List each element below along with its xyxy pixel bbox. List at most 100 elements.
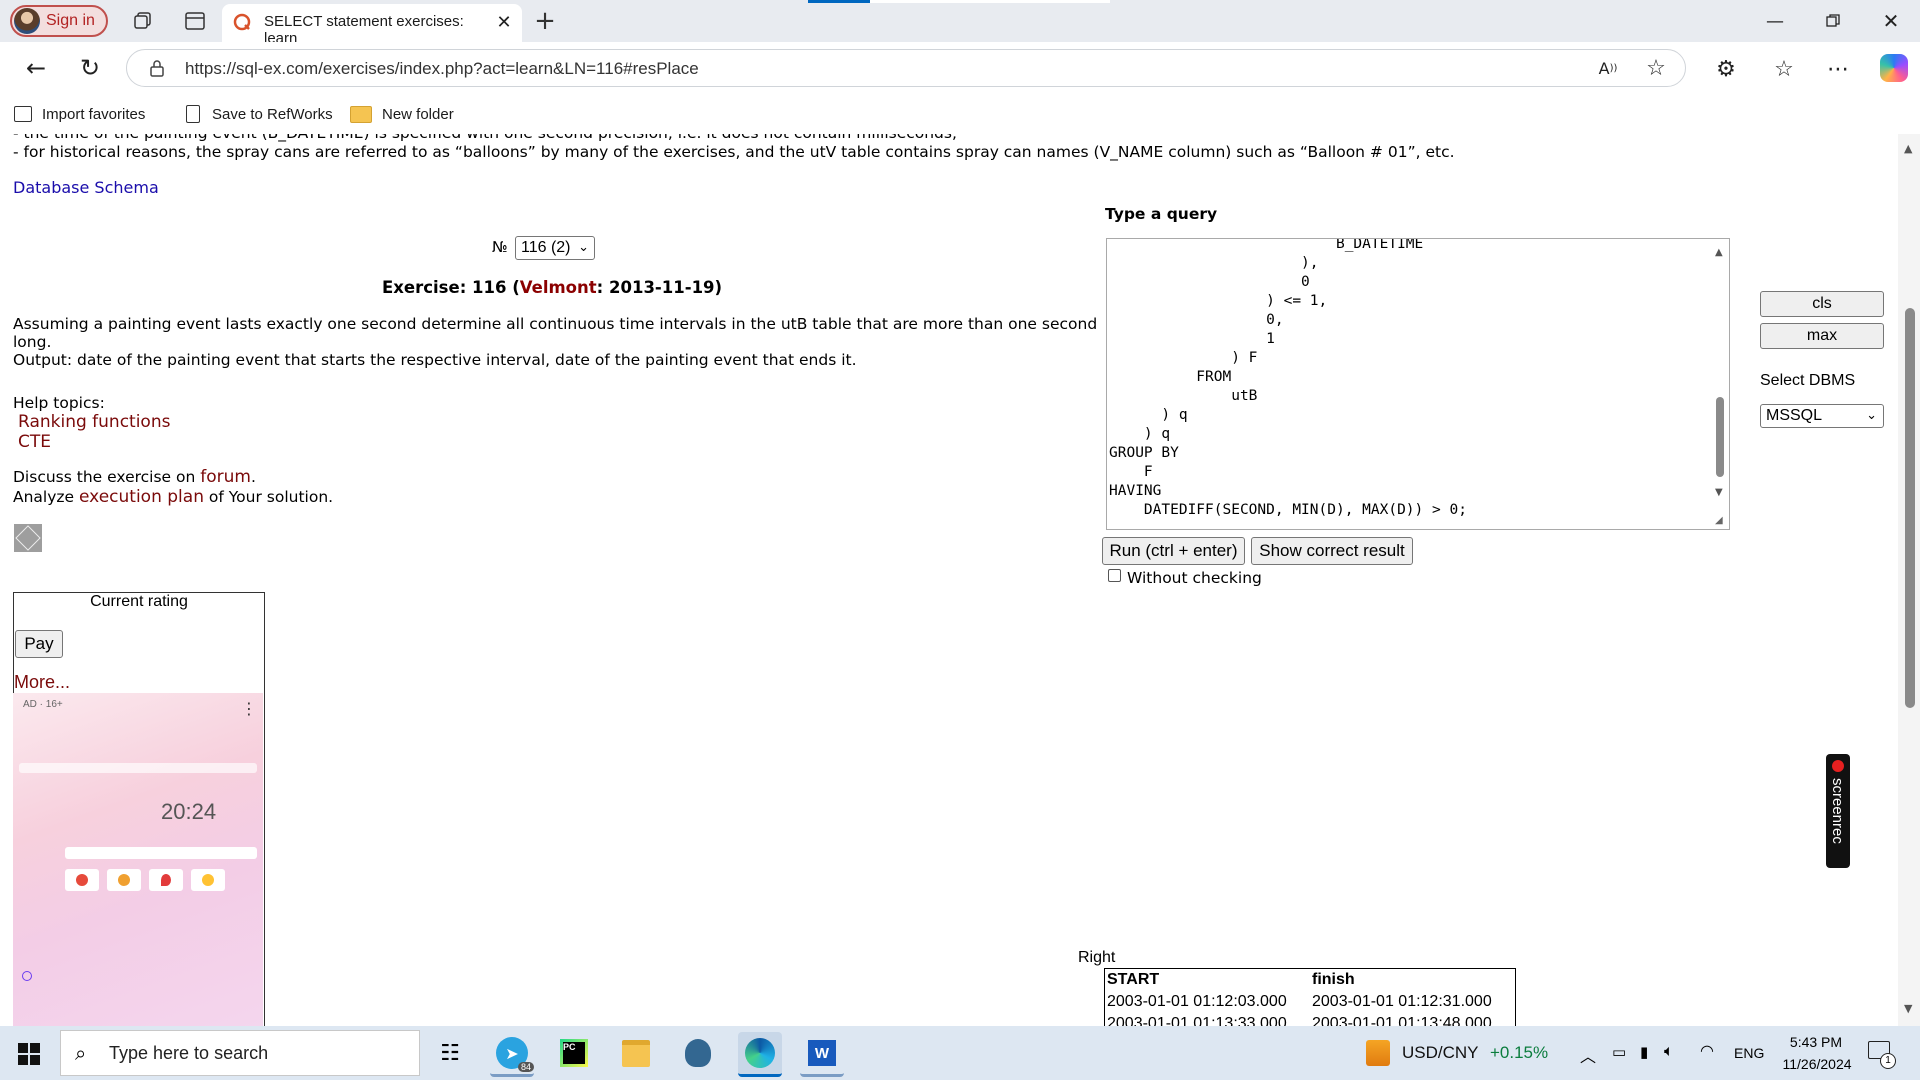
database-schema-link[interactable]: Database Schema: [13, 178, 159, 197]
result-table: START finish 2003-01-01 01:12:03.000 200…: [1104, 968, 1516, 1028]
restore-icon[interactable]: [1810, 6, 1856, 36]
analyze-line: Analyze execution plan of Your solution.: [13, 487, 333, 507]
page-scrollbar-thumb[interactable]: [1905, 308, 1915, 708]
windows-start-icon[interactable]: [18, 1043, 40, 1065]
task-view-icon[interactable]: ☷: [428, 1032, 472, 1074]
favorite-refworks[interactable]: Save to RefWorks: [186, 102, 333, 126]
analyze-prefix: Analyze: [13, 488, 80, 506]
postgresql-icon[interactable]: [676, 1032, 720, 1074]
record-dot-icon: [1832, 760, 1844, 772]
telegram-icon[interactable]: ➤ 84: [490, 1032, 534, 1077]
volume-icon[interactable]: 🔈︎: [1664, 1041, 1674, 1061]
extensions-icon[interactable]: ⚙: [1710, 53, 1742, 85]
result-column-header: START: [1107, 971, 1160, 988]
ad-tile-icon: [65, 869, 99, 891]
without-checking-label: Without checking: [1127, 569, 1262, 587]
workspaces-icon[interactable]: [128, 8, 158, 34]
help-topic-link[interactable]: Ranking functions: [18, 412, 170, 432]
new-tab-icon[interactable]: +: [530, 6, 560, 36]
exercise-title-prefix: Exercise: 116 (: [382, 278, 520, 297]
query-editor[interactable]: B_DATETIME ), 0 ) <= 1, 0, 1 ) F FROM ut…: [1106, 238, 1730, 530]
intro-text-line: - for historical reasons, the spray cans…: [13, 143, 1455, 161]
execution-plan-link[interactable]: execution plan: [79, 487, 204, 507]
favorite-new-folder[interactable]: New folder: [350, 102, 454, 126]
taskbar-search[interactable]: ⌕ Type here to search: [60, 1030, 420, 1076]
page-icon: [186, 105, 200, 123]
ad-clock: 20:24: [161, 799, 217, 824]
url-text: https://sql-ex.com/exercises/index.php?a…: [185, 59, 699, 78]
exercise-title: Exercise: 116 (Velmont: 2013-11-19): [382, 278, 722, 297]
word-icon[interactable]: W: [800, 1032, 844, 1077]
lock-icon: [149, 59, 165, 77]
resize-grip-icon[interactable]: ◢: [1715, 515, 1727, 527]
max-label: max: [1806, 327, 1838, 344]
ad-menu-icon[interactable]: ⋮: [241, 699, 257, 718]
chevron-down-icon: ⌄: [1866, 407, 1877, 422]
meet-now-icon[interactable]: ▭: [1612, 1043, 1626, 1061]
window-caption-highlight: [870, 0, 1110, 3]
chevron-up-icon[interactable]: ︿: [1580, 1043, 1596, 1067]
search-placeholder: Type here to search: [109, 1043, 269, 1063]
chevron-down-icon: ⌄: [578, 239, 589, 254]
pycharm-icon[interactable]: PC: [552, 1032, 596, 1074]
ad-tile-icon: [107, 869, 141, 891]
ad-dot-icon: [22, 971, 32, 981]
max-button[interactable]: max: [1760, 323, 1884, 349]
active-tab[interactable]: SELECT statement exercises: learn ✕: [222, 4, 522, 47]
result-label: Right: [1078, 949, 1116, 966]
more-link[interactable]: More...: [14, 672, 70, 693]
dbms-select-value: MSSQL: [1766, 407, 1823, 424]
query-text: B_DATETIME ), 0 ) <= 1, 0, 1 ) F FROM ut…: [1109, 238, 1467, 518]
notifications-icon[interactable]: 1: [1868, 1041, 1896, 1069]
cls-button[interactable]: cls: [1760, 291, 1884, 317]
battery-icon[interactable]: ▮: [1640, 1043, 1648, 1061]
profile-button[interactable]: Sign in: [10, 5, 108, 37]
clock-time[interactable]: 5:43 PM: [1786, 1034, 1846, 1050]
run-query-label: Run (ctrl + enter): [1109, 541, 1238, 560]
telegram-badge: 84: [517, 1062, 534, 1072]
site-favicon-icon: [232, 12, 252, 32]
help-topics-label: Help topics:: [13, 394, 105, 412]
advertisement[interactable]: AD · 16+ ⋮ 20:24: [13, 693, 263, 1032]
edge-browser-icon[interactable]: [738, 1032, 782, 1077]
read-aloud-icon[interactable]: A)): [1595, 56, 1621, 80]
run-query-button[interactable]: Run (ctrl + enter): [1102, 537, 1245, 565]
help-topic-link[interactable]: CTE: [18, 432, 51, 452]
exercise-author: Velmont: [519, 278, 597, 297]
screenrec-widget[interactable]: screenrec: [1826, 754, 1850, 868]
favorite-star-icon[interactable]: ☆: [1643, 55, 1669, 81]
back-icon[interactable]: ←: [18, 52, 54, 84]
show-correct-result-button[interactable]: Show correct result: [1251, 537, 1413, 565]
ad-input: [65, 847, 257, 859]
vertical-tabs-icon[interactable]: [180, 8, 210, 34]
close-tab-icon[interactable]: ✕: [492, 10, 516, 34]
wifi-icon[interactable]: ◠: [1700, 1041, 1714, 1060]
without-checking-checkbox[interactable]: [1108, 569, 1121, 582]
copilot-icon[interactable]: [1880, 54, 1908, 82]
forum-link[interactable]: forum: [200, 467, 251, 487]
page-scrollbar[interactable]: ▲ ▼: [1898, 134, 1920, 1026]
rating-title: Current rating: [90, 593, 188, 610]
pay-label: Pay: [24, 634, 54, 653]
exercise-select[interactable]: 116 (2) ⌄: [515, 236, 595, 260]
ticker-label[interactable]: USD/CNY: [1402, 1043, 1479, 1063]
file-explorer-icon[interactable]: [614, 1032, 658, 1074]
avatar: [14, 8, 40, 34]
editor-scrollbar[interactable]: ▲ ▼: [1711, 239, 1729, 515]
favorites-list-icon[interactable]: ☆: [1768, 53, 1800, 85]
clock-date[interactable]: 11/26/2024: [1772, 1056, 1862, 1072]
more-menu-icon[interactable]: ⋯: [1822, 53, 1854, 85]
favorite-import[interactable]: Import favorites: [14, 102, 145, 126]
folder-icon: [350, 105, 372, 123]
refresh-icon[interactable]: ↻: [72, 52, 108, 84]
pay-button[interactable]: Pay: [15, 630, 63, 658]
discuss-suffix: .: [250, 468, 256, 486]
info-diamond-icon[interactable]: [14, 524, 42, 552]
close-window-icon[interactable]: ✕: [1868, 6, 1914, 36]
dbms-select[interactable]: MSSQL ⌄: [1760, 404, 1884, 428]
task-text-line: long.: [13, 333, 52, 351]
language-indicator[interactable]: ENG: [1734, 1045, 1764, 1061]
address-bar[interactable]: https://sql-ex.com/exercises/index.php?a…: [126, 49, 1686, 87]
window-caption-accent: [808, 0, 870, 3]
minimize-icon[interactable]: —: [1752, 6, 1798, 36]
